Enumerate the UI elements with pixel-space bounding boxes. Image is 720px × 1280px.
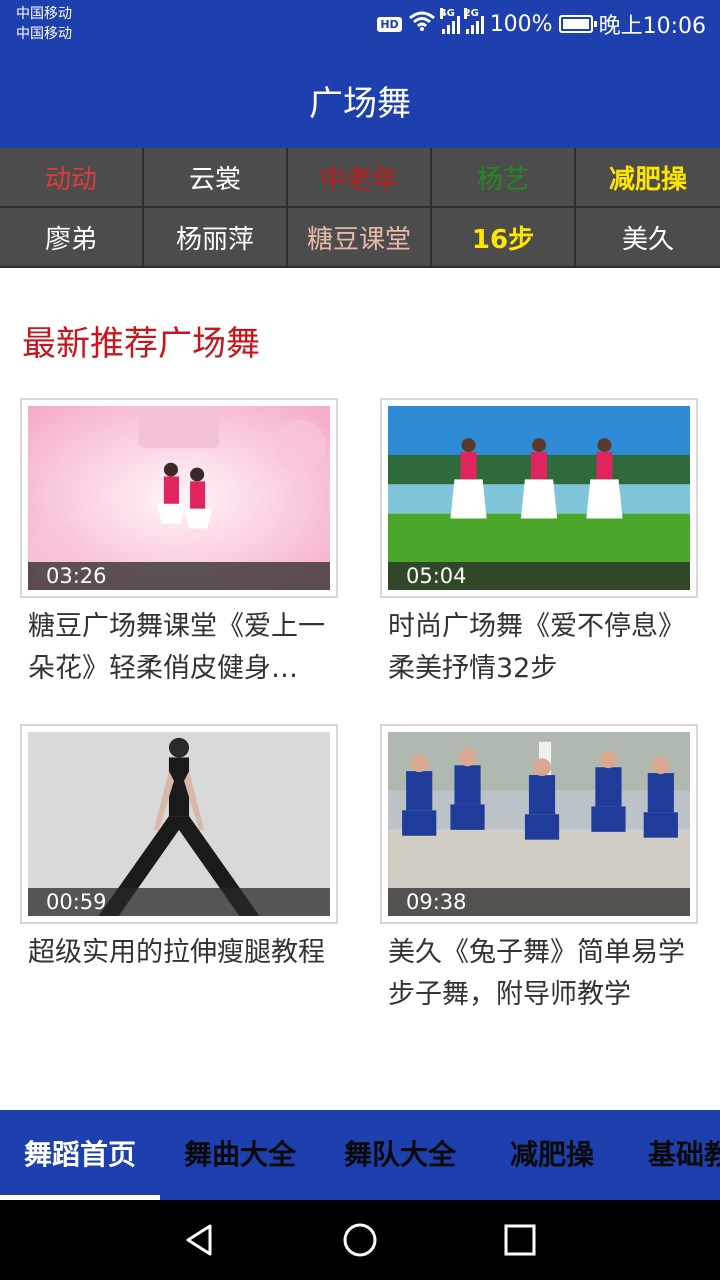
hd-badge: HD	[377, 16, 402, 32]
video-thumbnail: 09:38	[388, 732, 690, 916]
signal-icon-1: 4G	[439, 8, 460, 34]
video-title: 超级实用的拉伸瘦腿教程	[28, 937, 325, 968]
category-yangyi[interactable]: 杨艺	[432, 148, 576, 208]
tab-weight-loss[interactable]: 减肥操	[510, 1110, 594, 1200]
carrier-2: 中国移动	[16, 26, 72, 42]
category-grid: 动动 云裳 中老年 杨艺 减肥操 廖弟 杨丽萍 糖豆课堂 16步 美久	[0, 148, 720, 268]
category-yunshang[interactable]: 云裳	[144, 148, 288, 208]
category-tangdou-class[interactable]: 糖豆课堂	[288, 208, 432, 268]
tab-dance-teams[interactable]: 舞队大全	[344, 1110, 456, 1200]
system-nav-bar	[0, 1200, 720, 1280]
status-bar: 中国移动 中国移动 HD 4G 2G 100% 晚上10:06	[0, 0, 720, 48]
status-icons: HD 4G 2G 100% 晚上10:06	[377, 8, 706, 39]
recents-icon[interactable]	[500, 1220, 540, 1260]
category-dongdong[interactable]: 动动	[0, 148, 144, 208]
carrier-info: 中国移动 中国移动	[16, 4, 72, 44]
tab-dance-home[interactable]: 舞蹈首页	[24, 1110, 136, 1200]
category-yangliping[interactable]: 杨丽萍	[144, 208, 288, 268]
home-icon[interactable]	[340, 1220, 380, 1260]
battery-icon	[558, 15, 597, 33]
clock: 晚上10:06	[598, 14, 706, 39]
category-meijiu[interactable]: 美久	[576, 208, 720, 268]
video-duration: 03:26	[28, 562, 330, 590]
video-card[interactable]: 05:04 时尚广场舞《爱不停息》柔美抒情32步	[380, 398, 698, 690]
video-card[interactable]: 09:38 美久《兔子舞》简单易学步子舞，附导师教学	[380, 724, 698, 1016]
video-thumbnail: 03:26	[28, 406, 330, 590]
video-thumbnail: 05:04	[388, 406, 690, 590]
category-weight-loss[interactable]: 减肥操	[576, 148, 720, 208]
battery-percent: 100%	[489, 11, 553, 37]
app-header: 广场舞	[0, 48, 720, 148]
tab-basics[interactable]: 基础教	[648, 1110, 720, 1200]
tab-dance-music[interactable]: 舞曲大全	[184, 1110, 296, 1200]
video-title: 美久《兔子舞》简单易学步子舞，附导师教学	[388, 937, 685, 1010]
bottom-tab-bar: 舞蹈首页 舞曲大全 舞队大全 减肥操 基础教	[0, 1110, 720, 1200]
back-icon[interactable]	[180, 1220, 220, 1260]
video-duration: 05:04	[388, 562, 690, 590]
video-card[interactable]: 00:59 超级实用的拉伸瘦腿教程	[20, 724, 338, 974]
section-title: 最新推荐广场舞	[22, 324, 260, 364]
video-card[interactable]: 03:26 糖豆广场舞课堂《爱上一朵花》轻柔俏皮健身…	[20, 398, 338, 690]
video-title: 糖豆广场舞课堂《爱上一朵花》轻柔俏皮健身…	[28, 611, 325, 684]
page-title: 广场舞	[309, 84, 411, 124]
signal-icon-2: 2G	[463, 8, 484, 34]
category-16-steps[interactable]: 16步	[432, 208, 576, 268]
carrier-1: 中国移动	[16, 6, 72, 22]
video-title: 时尚广场舞《爱不停息》柔美抒情32步	[388, 611, 685, 684]
category-liaodi[interactable]: 廖弟	[0, 208, 144, 268]
category-elderly[interactable]: 中老年	[288, 148, 432, 208]
video-duration: 09:38	[388, 888, 690, 916]
video-thumbnail: 00:59	[28, 732, 330, 916]
video-duration: 00:59	[28, 888, 330, 916]
wifi-icon	[408, 10, 436, 38]
